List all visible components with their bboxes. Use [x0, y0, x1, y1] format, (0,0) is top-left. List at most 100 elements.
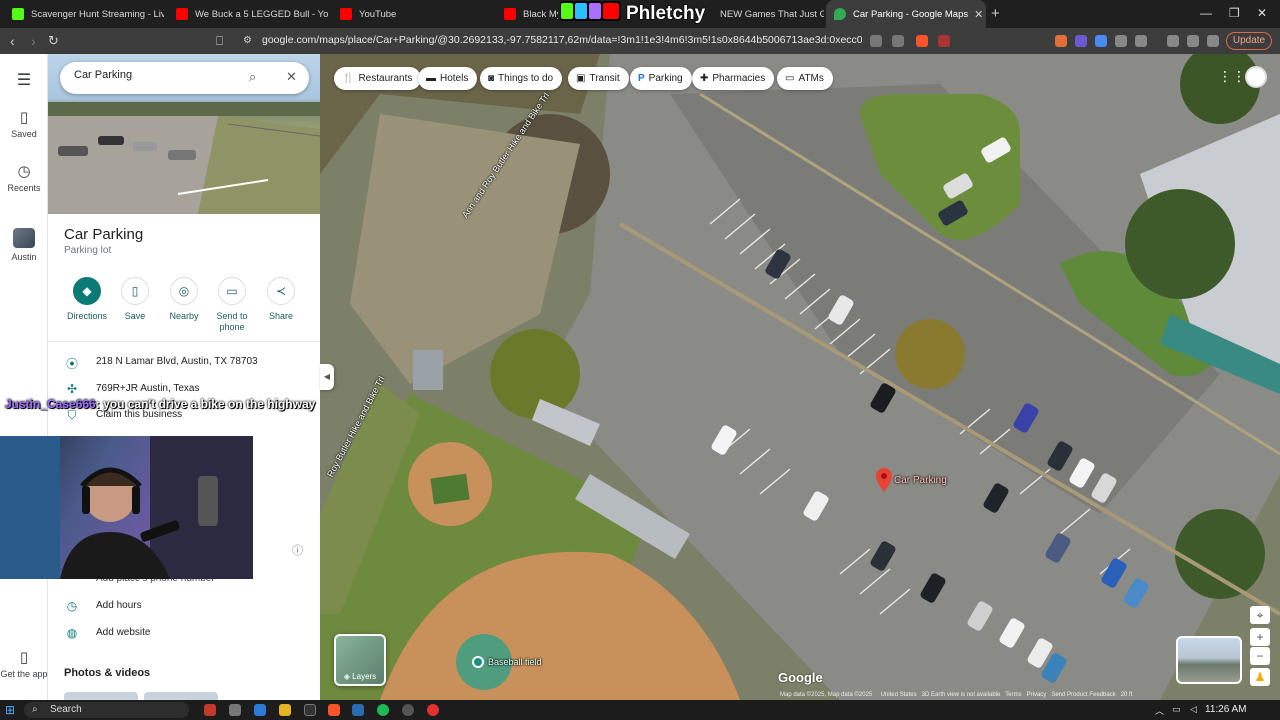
network-icon[interactable]: ▭	[1172, 704, 1181, 715]
action-label: Nearby	[169, 311, 199, 321]
clear-search-icon[interactable]: ✕	[286, 69, 297, 85]
location-pin-icon: ⦿	[65, 357, 78, 371]
browser-tab[interactable]: We Buck a 5 LEGGED Bull - YouTube	[168, 0, 328, 28]
taskbar-clock[interactable]: 11:26 AM	[1205, 704, 1247, 715]
chip-transit[interactable]: ▣ Transit	[568, 67, 629, 90]
chip-label: Hotels	[440, 73, 469, 84]
chat-username: Justin_Case666	[5, 397, 96, 411]
chip-things-to-do[interactable]: ◙ Things to do	[480, 67, 563, 90]
bookmark-icon[interactable]: ⎕	[216, 32, 223, 50]
app-icon[interactable]	[402, 704, 414, 716]
save-button[interactable]: ▯ Save	[111, 277, 159, 322]
extension-icon[interactable]	[1055, 35, 1067, 47]
browser-tab[interactable]: NEW Games That Just Go	[712, 0, 824, 28]
browser-tab-strip: Scavenger Hunt Streaming - Live Stre We …	[0, 0, 1280, 28]
extension-icon[interactable]	[1135, 35, 1147, 47]
restore-icon[interactable]: ❐	[1229, 6, 1240, 20]
place-title: Car Parking	[64, 226, 144, 243]
search-icon[interactable]: ⌕	[249, 69, 256, 85]
scale-label[interactable]: 20 ft	[1121, 692, 1133, 698]
rail-item-austin[interactable]: Austin	[0, 228, 48, 262]
add-website-row[interactable]: ◍ Add website	[48, 626, 320, 652]
photo-thumbnail[interactable]	[144, 692, 218, 700]
app-icon[interactable]	[254, 704, 266, 716]
chip-atms[interactable]: ▭ ATMs	[777, 67, 833, 90]
claim-business-row[interactable]: ⛉ Claim this business	[48, 408, 320, 434]
extension-icon[interactable]	[1075, 35, 1087, 47]
chat-text: : you can't drive a bike on the highway	[95, 397, 316, 411]
taskbar-search[interactable]: ⌕ Search	[24, 702, 189, 718]
close-window-icon[interactable]: ✕	[1257, 6, 1267, 20]
directions-icon: ◆	[73, 277, 101, 305]
close-tab-icon[interactable]: ✕	[968, 8, 983, 21]
satellite-map[interactable]: 🍴 Restaurants ▬ Hotels ◙ Things to do ▣ …	[320, 54, 1280, 700]
brave-browser-icon[interactable]	[328, 704, 340, 716]
volume-icon[interactable]: ◁	[1190, 704, 1197, 715]
share-button[interactable]: ≺ Share	[257, 277, 305, 322]
app-icon[interactable]	[304, 704, 316, 716]
google-apps-icon[interactable]: ⋮⋮	[1218, 68, 1246, 85]
chip-parking[interactable]: P Parking	[630, 67, 692, 90]
rail-item-saved[interactable]: ▯ Saved	[0, 108, 48, 139]
directions-button[interactable]: ◆ Directions	[63, 277, 111, 322]
brave-shields-icon[interactable]	[916, 35, 928, 47]
browser-tab[interactable]: YouTube	[332, 0, 492, 28]
layers-button[interactable]: ◈ Layers	[334, 634, 386, 686]
brave-rewards-icon[interactable]	[938, 35, 950, 47]
back-icon[interactable]: ‹	[10, 32, 15, 50]
extension-icon[interactable]	[1095, 35, 1107, 47]
chip-restaurants[interactable]: 🍴 Restaurants	[334, 67, 422, 90]
search-box[interactable]: ⌕ ✕	[60, 62, 309, 94]
browser-tab-active[interactable]: Car Parking - Google Maps ✕	[826, 0, 986, 28]
reload-icon[interactable]: ↻	[48, 32, 59, 50]
new-tab-button[interactable]: +	[991, 5, 1000, 22]
extensions-puzzle-icon[interactable]	[1115, 35, 1127, 47]
add-hours-row[interactable]: ◷ Add hours	[48, 599, 320, 625]
app-icon[interactable]	[229, 704, 241, 716]
address-bar[interactable]: google.com/maps/place/Car+Parking/@30.26…	[262, 34, 862, 46]
install-icon[interactable]	[870, 35, 882, 47]
streamer-webcam	[0, 436, 253, 579]
forward-icon[interactable]: ›	[31, 32, 36, 50]
nearby-button[interactable]: ◎ Nearby	[160, 277, 208, 322]
spotify-icon[interactable]	[377, 704, 389, 716]
search-input[interactable]	[74, 69, 244, 81]
youtube-icon	[340, 8, 352, 20]
browser-tab[interactable]: Scavenger Hunt Streaming - Live Stre	[4, 0, 164, 28]
address-row[interactable]: ⦿ 218 N Lamar Blvd, Austin, TX 78703	[48, 355, 320, 381]
help-icon[interactable]: ⓘ	[292, 542, 303, 558]
recent-place-thumbnail	[13, 228, 35, 248]
account-avatar[interactable]	[1245, 66, 1267, 88]
app-icon[interactable]	[204, 704, 216, 716]
update-button[interactable]: Update	[1226, 32, 1272, 50]
site-settings-icon[interactable]: ⚙	[243, 32, 252, 50]
obs-icon[interactable]	[427, 704, 439, 716]
photo-thumbnail[interactable]	[64, 692, 138, 700]
sidebar-icon[interactable]	[1167, 35, 1179, 47]
chip-hotels[interactable]: ▬ Hotels	[418, 67, 478, 90]
wallet-icon[interactable]	[1187, 35, 1199, 47]
google-logo: Google	[778, 670, 823, 685]
tray-chevron-icon[interactable]: ︿	[1155, 704, 1164, 717]
menu-icon[interactable]: ☰	[0, 70, 48, 90]
pegman-icon[interactable]: ♟	[1250, 668, 1270, 686]
place-marker[interactable]	[876, 468, 892, 497]
rail-item-get-app[interactable]: ▯ Get the app	[0, 648, 48, 679]
send-to-phone-button[interactable]: ▭ Send to phone	[208, 277, 256, 333]
zoom-out-button[interactable]: −	[1250, 647, 1270, 665]
share-page-icon[interactable]	[892, 35, 904, 47]
street-view-thumbnail[interactable]	[1176, 636, 1242, 684]
minimize-icon[interactable]: —	[1200, 6, 1212, 20]
app-icon[interactable]	[352, 704, 364, 716]
browser-tab[interactable]: Black Myth	[496, 0, 558, 28]
zoom-in-button[interactable]: +	[1250, 628, 1270, 646]
rail-item-recents[interactable]: ◷ Recents	[0, 162, 48, 193]
file-explorer-icon[interactable]	[279, 704, 291, 716]
vpn-icon[interactable]	[1207, 35, 1219, 47]
my-location-icon[interactable]: ⌖	[1250, 606, 1270, 624]
collapse-panel-button[interactable]: ◀	[320, 364, 334, 390]
chip-pharmacies[interactable]: ✚ Pharmacies	[692, 67, 775, 90]
divider	[48, 341, 320, 342]
globe-icon: ◍	[66, 626, 78, 640]
windows-start-icon[interactable]: ⊞	[5, 703, 15, 717]
